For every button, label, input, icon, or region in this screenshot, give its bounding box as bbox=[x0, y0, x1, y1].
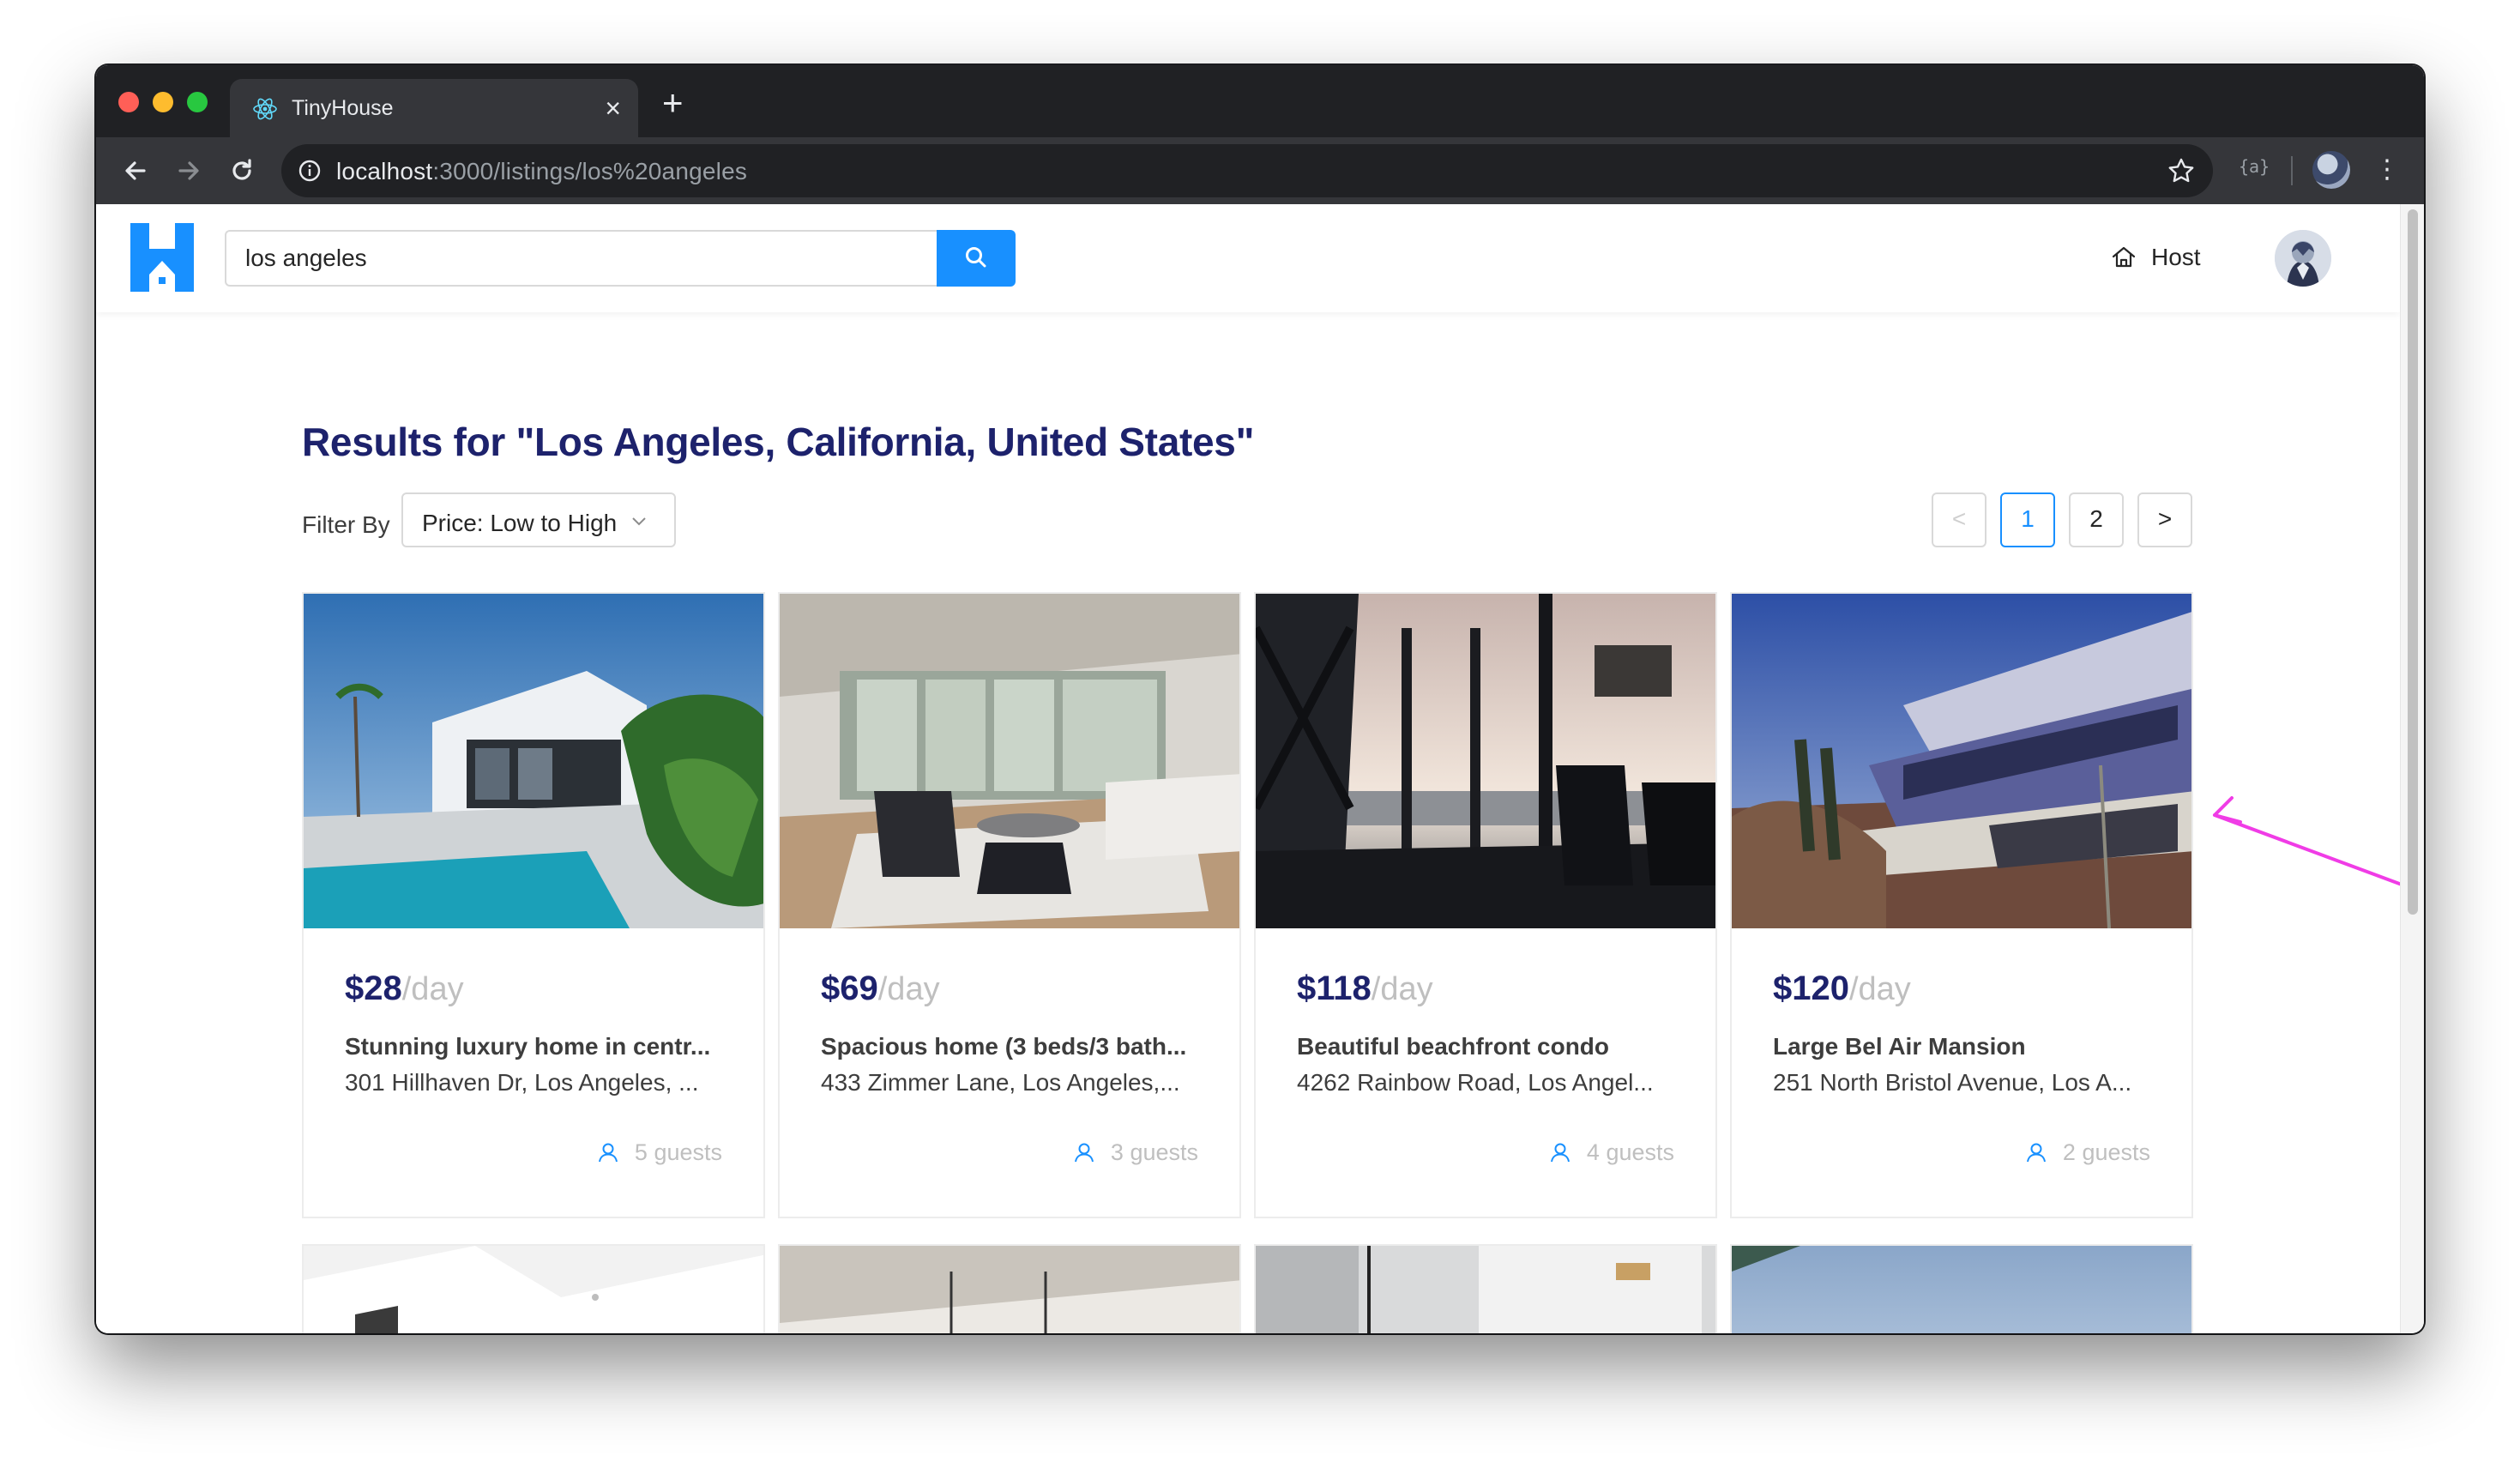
url-text: localhost:3000/listings/los%20angeles bbox=[336, 158, 747, 185]
listing-cover-image bbox=[1732, 1246, 2191, 1333]
listing-price: $120/day bbox=[1773, 970, 1911, 1008]
chevron-down-icon bbox=[632, 517, 646, 526]
results-title: Results for "Los Angeles, California, Un… bbox=[302, 420, 1255, 464]
listing-guests: 5 guests bbox=[597, 1139, 722, 1166]
listing-cover-image bbox=[1256, 594, 1715, 928]
filter-label: Filter By bbox=[302, 511, 390, 538]
tab-title: TinyHouse bbox=[292, 96, 394, 120]
tinyhouse-logo[interactable] bbox=[130, 223, 194, 292]
browser-tab[interactable]: TinyHouse × bbox=[230, 79, 638, 139]
user-icon bbox=[598, 1143, 618, 1163]
site-info-icon[interactable] bbox=[297, 158, 323, 184]
user-icon bbox=[2026, 1143, 2046, 1163]
forward-arrow-icon[interactable] bbox=[172, 154, 206, 188]
price-unit: /day bbox=[401, 971, 464, 1007]
search-input[interactable] bbox=[225, 230, 937, 287]
listing-address: 251 North Bristol Avenue, Los A... bbox=[1773, 1069, 2132, 1096]
pagination-page-2[interactable]: 2 bbox=[2069, 492, 2124, 547]
reload-icon[interactable] bbox=[225, 154, 259, 188]
price-unit: /day bbox=[1848, 971, 1911, 1007]
pagination-page-1[interactable]: 1 bbox=[2000, 492, 2055, 547]
url-host: localhost bbox=[336, 158, 433, 184]
close-window-button[interactable] bbox=[118, 92, 139, 112]
browser-titlebar: TinyHouse × + bbox=[96, 65, 2424, 139]
listing-title: Beautiful beachfront condo bbox=[1297, 1033, 1609, 1060]
listing-card[interactable] bbox=[302, 1244, 765, 1333]
home-icon bbox=[2112, 246, 2136, 268]
listing-card[interactable]: $28/day Stunning luxury home in centr...… bbox=[302, 592, 765, 1218]
user-icon bbox=[1074, 1143, 1094, 1163]
price-amount: $118 bbox=[1297, 970, 1372, 1007]
scrollbar-thumb[interactable] bbox=[2408, 209, 2418, 915]
guests-count: 2 guests bbox=[2062, 1139, 2150, 1165]
listing-card[interactable] bbox=[1730, 1244, 2193, 1333]
listing-price: $118/day bbox=[1297, 970, 1433, 1008]
browser-profile-avatar[interactable] bbox=[2312, 151, 2350, 189]
browser-menu-icon[interactable]: ⋮ bbox=[2374, 149, 2400, 190]
price-amount: $69 bbox=[821, 970, 878, 1007]
listing-guests: 2 guests bbox=[2025, 1139, 2150, 1166]
url-path: :3000/listings/los%20angeles bbox=[432, 158, 748, 184]
listing-cover-image bbox=[1256, 1246, 1715, 1333]
price-unit: /day bbox=[877, 971, 940, 1007]
listing-title: Stunning luxury home in centr... bbox=[345, 1033, 711, 1060]
listing-card[interactable]: $69/day Spacious home (3 beds/3 bath... … bbox=[778, 592, 1241, 1218]
react-icon bbox=[253, 98, 277, 120]
filter-selected-value: Price: Low to High bbox=[422, 510, 618, 536]
new-tab-button[interactable]: + bbox=[662, 85, 684, 121]
browser-window: TinyHouse × + localhost:3000/listings/lo… bbox=[96, 65, 2424, 1333]
listing-guests: 4 guests bbox=[1549, 1139, 1674, 1166]
listing-cover-image bbox=[304, 1246, 763, 1333]
listing-title: Spacious home (3 beds/3 bath... bbox=[821, 1033, 1187, 1060]
price-filter-select[interactable]: Price: Low to High bbox=[401, 492, 676, 547]
host-label: Host bbox=[2151, 244, 2201, 270]
listing-card[interactable] bbox=[778, 1244, 1241, 1333]
listing-address: 4262 Rainbow Road, Los Angel... bbox=[1297, 1069, 1654, 1096]
listing-address: 301 Hillhaven Dr, Los Angeles, ... bbox=[345, 1069, 699, 1096]
guests-count: 5 guests bbox=[634, 1139, 722, 1165]
pagination-next-button[interactable]: > bbox=[2137, 492, 2192, 547]
listing-cover-image bbox=[780, 594, 1239, 928]
close-tab-icon[interactable]: × bbox=[605, 92, 621, 124]
listing-card[interactable]: $118/day Beautiful beachfront condo 4262… bbox=[1254, 592, 1717, 1218]
minimize-window-button[interactable] bbox=[153, 92, 173, 112]
user-icon bbox=[1550, 1143, 1570, 1163]
app-header: Host bbox=[96, 204, 2400, 312]
listing-title: Large Bel Air Mansion bbox=[1773, 1033, 2026, 1060]
search-button[interactable] bbox=[937, 230, 1016, 287]
toolbar-divider bbox=[2291, 156, 2293, 185]
bookmark-star-icon[interactable] bbox=[2167, 156, 2196, 185]
app-page: Host Results for "Los Angeles, Californi… bbox=[96, 204, 2400, 1333]
browser-toolbar: localhost:3000/listings/los%20angeles {a… bbox=[96, 137, 2424, 204]
listing-guests: 3 guests bbox=[1073, 1139, 1198, 1166]
pagination-prev-button[interactable]: < bbox=[1932, 492, 1986, 547]
price-amount: $120 bbox=[1773, 970, 1849, 1007]
guests-count: 4 guests bbox=[1586, 1139, 1674, 1165]
price-unit: /day bbox=[1371, 971, 1433, 1007]
listing-price: $69/day bbox=[821, 970, 940, 1008]
back-arrow-icon[interactable] bbox=[118, 154, 153, 188]
user-avatar[interactable] bbox=[2275, 230, 2331, 287]
listing-address: 433 Zimmer Lane, Los Angeles,... bbox=[821, 1069, 1180, 1096]
annotation-arrow bbox=[2213, 796, 2400, 886]
maximize-window-button[interactable] bbox=[187, 92, 208, 112]
extension-icon[interactable]: {a} bbox=[2239, 156, 2270, 177]
listing-cover-image bbox=[304, 594, 763, 928]
address-bar[interactable]: localhost:3000/listings/los%20angeles bbox=[281, 144, 2213, 197]
search-icon bbox=[966, 246, 986, 267]
price-amount: $28 bbox=[345, 970, 402, 1007]
listing-cover-image bbox=[780, 1246, 1239, 1333]
listing-price: $28/day bbox=[345, 970, 464, 1008]
listing-card[interactable] bbox=[1254, 1244, 1717, 1333]
guests-count: 3 guests bbox=[1110, 1139, 1198, 1165]
page-scrollbar[interactable] bbox=[2400, 204, 2424, 1333]
